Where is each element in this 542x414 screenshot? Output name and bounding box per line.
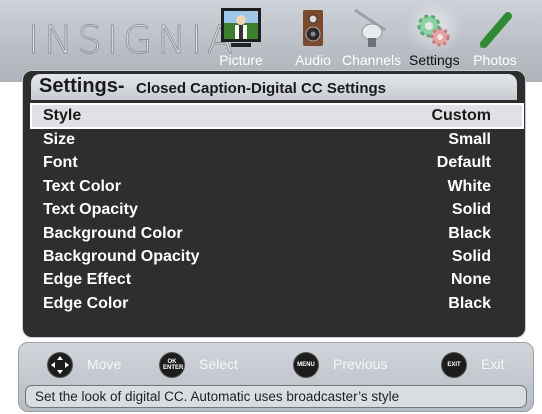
setting-row-font[interactable]: Font Default bbox=[31, 151, 523, 174]
setting-row-edge-effect[interactable]: Edge Effect None bbox=[31, 268, 523, 291]
tab-label: Audio bbox=[295, 52, 331, 68]
settings-list: Style Custom Size Small Font Default Tex… bbox=[30, 103, 524, 315]
exit-text: EXIT bbox=[447, 362, 461, 368]
setting-label: Font bbox=[43, 154, 78, 172]
satellite-dish-icon bbox=[349, 6, 395, 52]
setting-label: Background Color bbox=[43, 224, 183, 242]
page-title: Settings- bbox=[39, 75, 125, 97]
gears-icon bbox=[405, 2, 464, 54]
setting-row-text-opacity[interactable]: Text Opacity Solid bbox=[31, 198, 523, 221]
setting-row-edge-color[interactable]: Edge Color Black bbox=[31, 292, 523, 315]
tab-label: Channels bbox=[342, 52, 402, 68]
setting-value: Black bbox=[448, 224, 491, 242]
dpad-icon bbox=[47, 352, 73, 378]
setting-value: White bbox=[447, 177, 491, 195]
setting-row-size[interactable]: Size Small bbox=[31, 128, 523, 151]
setting-value: None bbox=[451, 271, 491, 289]
tab-label: Photos bbox=[473, 52, 517, 68]
help-text: Set the look of digital CC. Automatic us… bbox=[35, 389, 400, 404]
ok-enter-icon: OK ENTER bbox=[159, 352, 185, 378]
exit-label: Exit bbox=[481, 356, 505, 372]
tab-channels[interactable]: Channels bbox=[342, 6, 401, 68]
setting-value: Solid bbox=[451, 201, 491, 219]
tab-audio[interactable]: Audio bbox=[290, 6, 336, 68]
setting-label: Text Color bbox=[43, 177, 121, 195]
pen-icon bbox=[472, 6, 518, 52]
setting-label: Text Opacity bbox=[43, 201, 138, 219]
menu-text: MENU bbox=[297, 362, 315, 368]
menu-button-icon: MENU bbox=[293, 352, 319, 378]
page-subtitle: Closed Caption-Digital CC Settings bbox=[136, 80, 387, 97]
setting-value: Default bbox=[436, 154, 491, 172]
tab-label: Picture bbox=[219, 52, 263, 68]
tab-settings[interactable]: Settings bbox=[405, 2, 464, 68]
help-text-box: Set the look of digital CC. Automatic us… bbox=[25, 385, 527, 408]
tab-photos[interactable]: Photos bbox=[472, 6, 518, 68]
setting-row-background-opacity[interactable]: Background Opacity Solid bbox=[31, 245, 523, 268]
setting-value: Solid bbox=[451, 247, 491, 265]
tab-label: Settings bbox=[409, 52, 460, 68]
panel-header: Settings- Closed Caption-Digital CC Sett… bbox=[31, 74, 517, 100]
setting-label: Edge Effect bbox=[43, 271, 132, 289]
setting-label: Edge Color bbox=[43, 294, 129, 312]
brand-logo: INSIGNIA bbox=[27, 18, 239, 63]
setting-row-text-color[interactable]: Text Color White bbox=[31, 175, 523, 198]
setting-row-background-color[interactable]: Background Color Black bbox=[31, 222, 523, 245]
setting-value: Small bbox=[448, 131, 491, 148]
settings-panel: Settings- Closed Caption-Digital CC Sett… bbox=[22, 70, 526, 338]
picture-icon bbox=[218, 6, 264, 52]
ok-enter-text: OK ENTER bbox=[163, 359, 184, 371]
help-bar: Move OK ENTER Select MENU Previous EXIT … bbox=[18, 342, 534, 412]
tab-picture[interactable]: Picture bbox=[218, 6, 264, 68]
setting-label: Style bbox=[43, 107, 82, 124]
previous-label: Previous bbox=[333, 356, 388, 372]
speaker-icon bbox=[290, 6, 336, 52]
setting-label: Size bbox=[43, 131, 76, 148]
select-label: Select bbox=[199, 356, 238, 372]
exit-button-icon: EXIT bbox=[441, 352, 467, 378]
setting-label: Background Opacity bbox=[43, 247, 200, 265]
setting-row-style[interactable]: Style Custom bbox=[30, 103, 524, 129]
move-label: Move bbox=[87, 356, 122, 372]
setting-value: Custom bbox=[431, 107, 491, 124]
setting-value: Black bbox=[448, 294, 491, 312]
